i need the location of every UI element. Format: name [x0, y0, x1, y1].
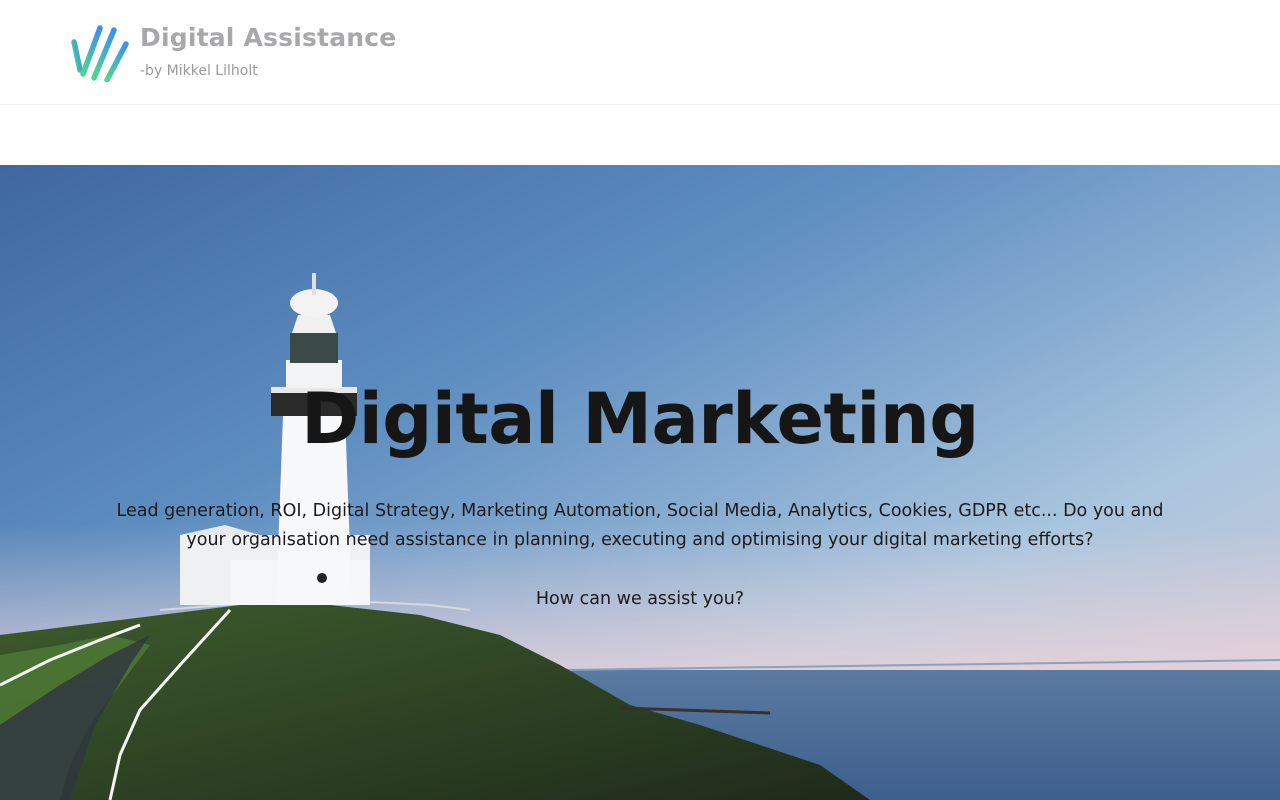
brand-text: Digital Assistance -by Mikkel Lilholt — [140, 22, 396, 80]
site-header: Digital Assistance -by Mikkel Lilholt — [0, 0, 1280, 105]
header-spacer — [0, 105, 1280, 165]
site-logo-icon — [71, 25, 129, 82]
hero-question: How can we assist you? — [535, 589, 745, 609]
site-tagline: -by Mikkel Lilholt — [140, 63, 258, 79]
brand-link[interactable]: Digital Assistance -by Mikkel Lilholt — [70, 22, 396, 82]
hero-content: Digital Marketing Lead generation, ROI, … — [0, 165, 1280, 800]
hero-section: Digital Marketing Lead generation, ROI, … — [0, 165, 1280, 800]
hero-description: Lead generation, ROI, Digital Strategy, … — [116, 501, 1164, 550]
hero-title: Digital Marketing — [301, 378, 979, 460]
site-title[interactable]: Digital Assistance — [140, 22, 396, 54]
